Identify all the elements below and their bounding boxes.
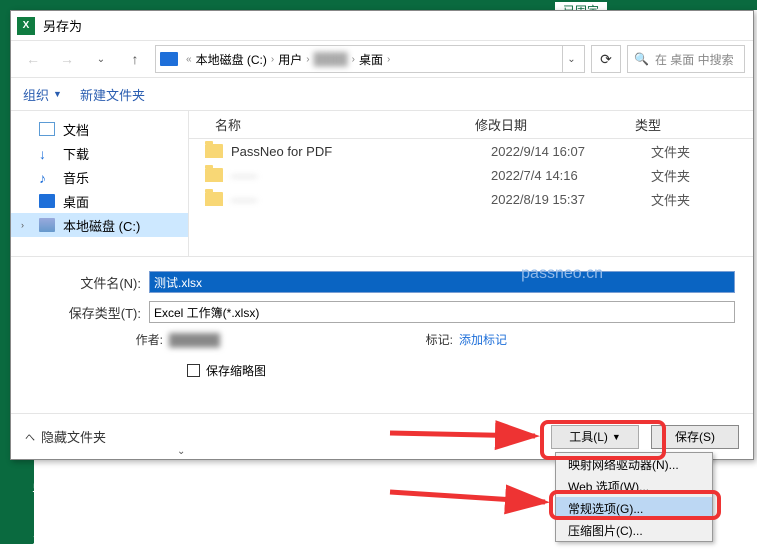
author-label: 作者: xyxy=(29,331,169,348)
crumb-user-hidden[interactable]: ████ xyxy=(314,52,348,66)
sidebar-item-label: 音乐 xyxy=(63,168,89,187)
column-type[interactable]: 类型 xyxy=(635,115,753,134)
nav-up-button[interactable]: ↑ xyxy=(121,45,149,73)
cell-date: 2022/7/4 14:16 xyxy=(491,168,651,183)
file-list: 名称 修改日期 类型 PassNeo for PDF 2022/9/14 16:… xyxy=(189,111,753,256)
sidebar-item-label: 文档 xyxy=(63,120,89,139)
annotation-arrow xyxy=(390,480,560,515)
chevron-right-icon: › xyxy=(271,54,274,65)
backstage-export[interactable]: 导出 xyxy=(32,480,60,500)
disk-icon xyxy=(39,218,55,232)
breadcrumb-dropdown-icon[interactable]: ⌄ xyxy=(562,46,580,72)
filename-input[interactable] xyxy=(149,271,735,293)
cell-type: 文件夹 xyxy=(651,142,753,161)
sidebar: 文档 ↓ 下载 ♪ 音乐 桌面 › 本地磁盘 (C:) ⌄ xyxy=(11,111,189,256)
backstage-publish[interactable]: 发布 xyxy=(32,530,60,550)
download-icon: ↓ xyxy=(39,146,55,160)
chevron-right-icon: › xyxy=(387,54,390,65)
refresh-button[interactable]: ⟳ xyxy=(591,45,621,73)
desktop-icon xyxy=(39,194,55,208)
folder-icon xyxy=(205,192,223,206)
music-icon: ♪ xyxy=(39,170,55,184)
dropdown-item-compress-pictures[interactable]: 压缩图片(C)... xyxy=(556,519,712,541)
crumb-users[interactable]: 用户 xyxy=(278,51,302,68)
file-list-header: 名称 修改日期 类型 xyxy=(189,111,753,139)
author-value[interactable]: ██████ xyxy=(169,333,349,347)
save-thumbnail-checkbox[interactable]: 保存缩略图 xyxy=(187,362,735,379)
cell-type: 文件夹 xyxy=(651,190,753,209)
dropdown-item-map-drive[interactable]: 映射网络驱动器(N)... xyxy=(556,453,712,475)
organize-button[interactable]: 组织▼ xyxy=(23,85,62,104)
nav-history-button[interactable]: ⌄ xyxy=(87,45,115,73)
nav-bar: ← → ⌄ ↑ « 本地磁盘 (C:) › 用户 › ████ › 桌面 › ⌄… xyxy=(11,41,753,77)
app-topbar-bg xyxy=(0,0,757,10)
dropdown-item-web-options[interactable]: Web 选项(W)... xyxy=(556,475,712,497)
chevron-right-icon: › xyxy=(352,54,355,65)
tools-button[interactable]: 工具(L)▼ xyxy=(551,425,639,449)
table-row[interactable]: PassNeo for PDF 2022/9/14 16:07 文件夹 xyxy=(189,139,753,163)
excel-icon: X xyxy=(17,17,35,35)
nav-back-button[interactable]: ← xyxy=(19,45,47,73)
crumb-desktop[interactable]: 桌面 xyxy=(359,51,383,68)
savetype-label: 保存类型(T): xyxy=(29,303,149,322)
filename-label: 文件名(N): xyxy=(29,273,149,292)
cell-name: —— xyxy=(231,168,491,183)
breadcrumb[interactable]: « 本地磁盘 (C:) › 用户 › ████ › 桌面 › ⌄ xyxy=(155,45,585,73)
form-area: passneo.cn 文件名(N): 保存类型(T): Excel 工作簿(*.… xyxy=(11,256,753,387)
save-button[interactable]: 保存(S) xyxy=(651,425,739,449)
cell-date: 2022/8/19 15:37 xyxy=(491,192,651,207)
expand-icon[interactable]: › xyxy=(21,220,24,230)
tag-label: 标记: xyxy=(349,331,459,348)
search-placeholder: 在 桌面 中搜索 xyxy=(655,51,734,68)
sidebar-item-label: 桌面 xyxy=(63,192,89,211)
crumb-disk[interactable]: 本地磁盘 (C:) xyxy=(196,51,267,68)
dropdown-item-general-options[interactable]: 常规选项(G)... xyxy=(556,497,712,519)
chevron-left-icon: « xyxy=(186,54,192,65)
save-thumbnail-label: 保存缩略图 xyxy=(206,362,266,379)
cell-type: 文件夹 xyxy=(651,166,753,185)
tag-value[interactable]: 添加标记 xyxy=(459,331,507,348)
folder-icon xyxy=(205,144,223,158)
chevron-down-icon: ▼ xyxy=(612,432,621,442)
search-icon: 🔍 xyxy=(634,52,649,66)
toolbar: 组织▼ 新建文件夹 xyxy=(11,77,753,111)
sidebar-item-label: 下载 xyxy=(63,144,89,163)
cell-name: —— xyxy=(231,192,491,207)
body-area: 文档 ↓ 下载 ♪ 音乐 桌面 › 本地磁盘 (C:) ⌄ 名 xyxy=(11,111,753,256)
savetype-select[interactable]: Excel 工作簿(*.xlsx) xyxy=(149,301,735,323)
cell-name: PassNeo for PDF xyxy=(231,144,491,159)
save-as-dialog: X 另存为 ← → ⌄ ↑ « 本地磁盘 (C:) › 用户 › ████ › … xyxy=(10,10,754,460)
chevron-right-icon: › xyxy=(306,54,309,65)
column-name[interactable]: 名称 xyxy=(189,115,475,134)
sidebar-item-downloads[interactable]: ↓ 下载 xyxy=(11,141,188,165)
folder-icon xyxy=(205,168,223,182)
titlebar: X 另存为 xyxy=(11,11,753,41)
nav-forward-button[interactable]: → xyxy=(53,45,81,73)
hide-folders-button[interactable]: へ 隐藏文件夹 xyxy=(25,427,106,446)
sidebar-item-documents[interactable]: 文档 xyxy=(11,117,188,141)
tools-dropdown: 映射网络驱动器(N)... Web 选项(W)... 常规选项(G)... 压缩… xyxy=(555,452,713,542)
chevron-up-icon: へ xyxy=(25,429,35,444)
table-row[interactable]: —— 2022/8/19 15:37 文件夹 xyxy=(189,187,753,211)
sidebar-item-music[interactable]: ♪ 音乐 xyxy=(11,165,188,189)
sidebar-item-desktop[interactable]: 桌面 xyxy=(11,189,188,213)
search-input[interactable]: 🔍 在 桌面 中搜索 xyxy=(627,45,745,73)
checkbox-icon xyxy=(187,364,200,377)
column-date[interactable]: 修改日期 xyxy=(475,115,635,134)
cell-date: 2022/9/14 16:07 xyxy=(491,144,651,159)
sidebar-item-label: 本地磁盘 (C:) xyxy=(63,216,140,235)
sidebar-item-local-disk[interactable]: › 本地磁盘 (C:) xyxy=(11,213,188,237)
document-icon xyxy=(39,122,55,136)
pc-icon xyxy=(160,52,178,66)
new-folder-button[interactable]: 新建文件夹 xyxy=(80,85,145,104)
watermark: passneo.cn xyxy=(521,265,603,283)
table-row[interactable]: —— 2022/7/4 14:16 文件夹 xyxy=(189,163,753,187)
dialog-title: 另存为 xyxy=(43,16,82,35)
